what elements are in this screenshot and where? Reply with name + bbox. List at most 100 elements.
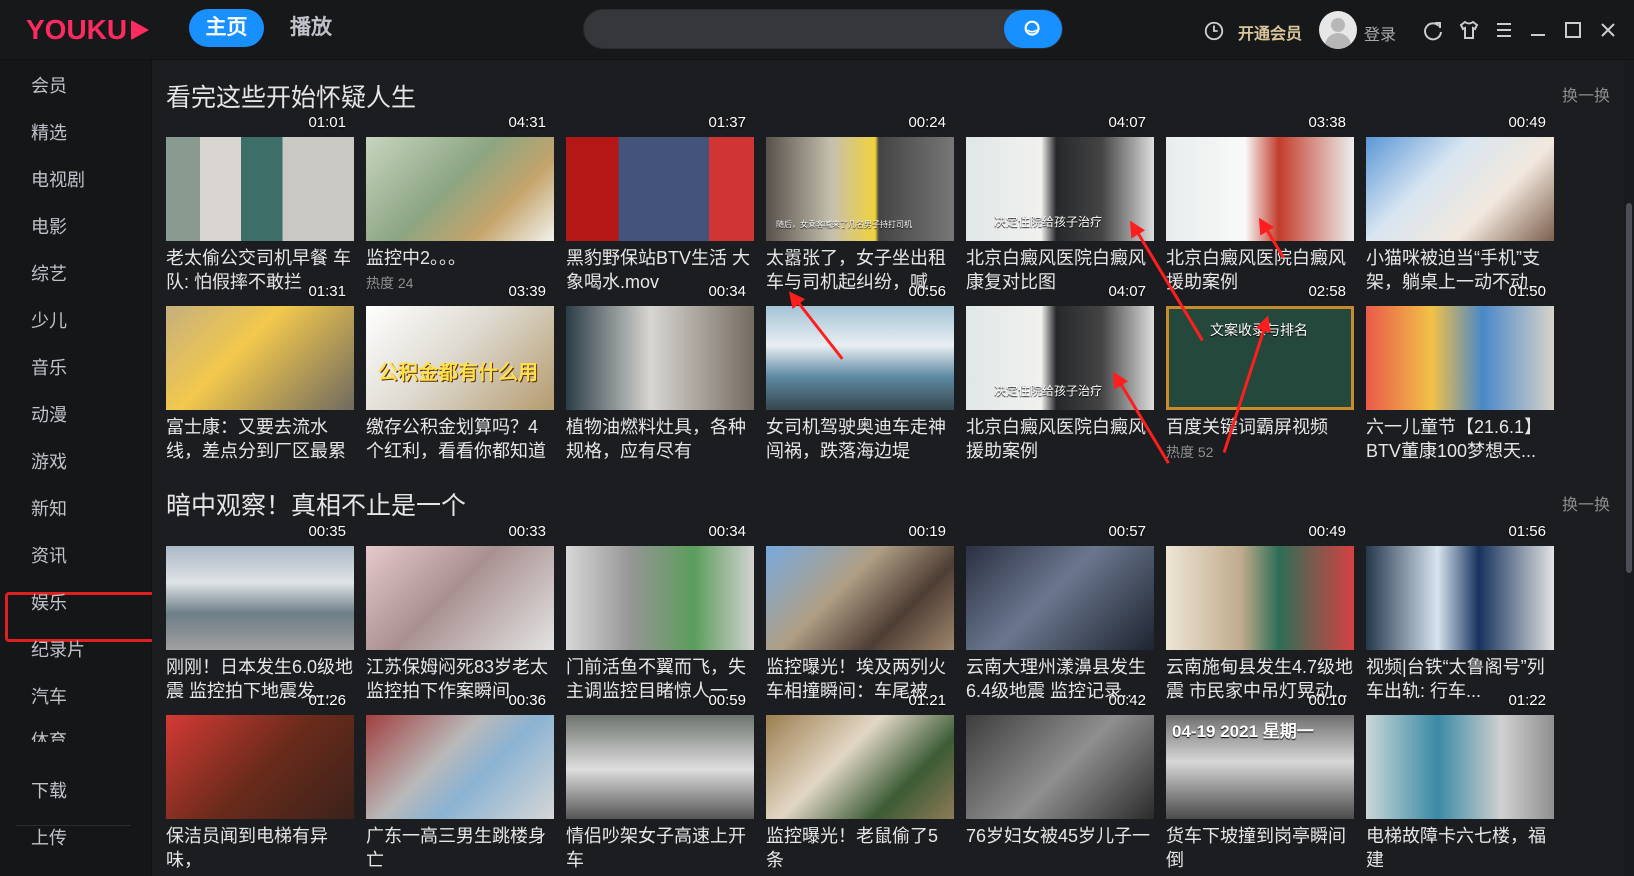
- sidebar-upload[interactable]: 上传: [31, 821, 67, 855]
- video-title[interactable]: 女司机驾驶奥迪车走神闯祸，跌落海边堤岸，...: [766, 415, 954, 463]
- history-clock-icon[interactable]: [1203, 20, 1225, 42]
- video-thumbnail[interactable]: [1366, 137, 1554, 241]
- nav-play-tab[interactable]: 播放: [276, 9, 346, 47]
- video-thumbnail[interactable]: [566, 715, 754, 819]
- video-duration: 00:42: [1108, 692, 1146, 709]
- video-title[interactable]: 北京白癜风医院白癜风援助案例: [966, 415, 1154, 463]
- sidebar-item-vip[interactable]: 会员: [31, 69, 67, 103]
- video-duration: 00:59: [708, 692, 746, 709]
- video-thumbnail[interactable]: [1166, 546, 1354, 650]
- video-duration: 04:31: [508, 114, 546, 131]
- video-thumbnail[interactable]: [366, 137, 554, 241]
- maximize-icon[interactable]: [1561, 18, 1585, 42]
- video-thumbnail[interactable]: [766, 306, 954, 410]
- search-input[interactable]: [584, 10, 974, 48]
- video-title[interactable]: 广东一高三男生跳楼身亡: [366, 824, 554, 872]
- video-duration: 00:57: [1108, 523, 1146, 540]
- video-thumbnail[interactable]: [366, 546, 554, 650]
- logo-play-icon: [131, 20, 150, 40]
- video-caption: 随后，女乘客喊来了几名男子持打司机: [776, 220, 912, 229]
- logo-text: YOUKU: [26, 14, 128, 45]
- sidebar-download[interactable]: 下载: [31, 774, 67, 808]
- video-title[interactable]: 六一儿童节【21.6.1】BTV董康100梦想天...: [1366, 415, 1554, 463]
- search-box: [583, 9, 1063, 49]
- skin-shirt-icon[interactable]: [1457, 18, 1481, 42]
- video-thumbnail[interactable]: [166, 306, 354, 410]
- video-duration: 00:49: [1508, 114, 1546, 131]
- video-title[interactable]: 百度关键词霸屏视频: [1166, 415, 1354, 439]
- sidebar-item-anime[interactable]: 动漫: [31, 398, 67, 432]
- sidebar-item-movies[interactable]: 电影: [31, 210, 67, 244]
- scrollbar-thumb[interactable]: [1626, 203, 1632, 573]
- minimize-icon[interactable]: [1526, 18, 1550, 42]
- menu-icon[interactable]: [1492, 18, 1516, 42]
- video-title[interactable]: 监控曝光！老鼠偷了5条: [766, 824, 954, 872]
- video-thumbnail[interactable]: [166, 715, 354, 819]
- video-duration: 04:07: [1108, 283, 1146, 300]
- sidebar-item-variety[interactable]: 综艺: [31, 257, 67, 291]
- video-caption: 公积金都有什么用: [378, 362, 538, 384]
- avatar[interactable]: [1319, 11, 1357, 49]
- video-thumbnail[interactable]: [566, 306, 754, 410]
- video-thumbnail[interactable]: [966, 546, 1154, 650]
- video-duration: 00:24: [908, 114, 946, 131]
- search-icon: [1024, 20, 1040, 36]
- video-caption: 决定住院给孩子治疗: [994, 384, 1103, 398]
- sidebar-item-music[interactable]: 音乐: [31, 351, 67, 385]
- video-thumbnail[interactable]: [766, 715, 954, 819]
- video-thumbnail[interactable]: [166, 137, 354, 241]
- sidebar-item-knowledge[interactable]: 新知: [31, 492, 67, 526]
- sidebar-item-auto[interactable]: 汽车: [31, 680, 67, 714]
- video-duration: 00:36: [508, 692, 546, 709]
- video-thumbnail[interactable]: [1366, 306, 1554, 410]
- refresh-section-button[interactable]: 换一换: [1562, 82, 1610, 106]
- close-icon[interactable]: [1596, 18, 1620, 42]
- sidebar-item-featured[interactable]: 精选: [31, 116, 67, 150]
- video-duration: 02:58: [1308, 283, 1346, 300]
- refresh-section-button[interactable]: 换一换: [1562, 491, 1610, 515]
- video-thumbnail[interactable]: [366, 715, 554, 819]
- sidebar-item-sports[interactable]: 体育: [31, 724, 67, 742]
- video-thumbnail[interactable]: [566, 546, 754, 650]
- video-duration: 03:39: [508, 283, 546, 300]
- sidebar-item-kids[interactable]: 少儿: [31, 304, 67, 338]
- video-duration: 01:37: [708, 114, 746, 131]
- sidebar-item-documentary[interactable]: 纪录片: [31, 633, 85, 667]
- search-button[interactable]: [1004, 10, 1062, 48]
- video-title[interactable]: 富士康：又要去流水线，差点分到厂区最累的...: [166, 415, 354, 463]
- youku-logo[interactable]: YOUKU: [26, 14, 150, 46]
- video-thumbnail[interactable]: [166, 546, 354, 650]
- video-thumbnail[interactable]: [966, 715, 1154, 819]
- video-duration: 03:38: [1308, 114, 1346, 131]
- video-title[interactable]: 监控中2。。。: [366, 246, 554, 270]
- top-bar: YOUKU 主页 播放 开通会员 登录: [0, 0, 1634, 60]
- video-duration: 00:35: [308, 523, 346, 540]
- video-title[interactable]: 76岁妇女被45岁儿子一: [966, 824, 1154, 848]
- video-duration: 00:19: [908, 523, 946, 540]
- video-duration: 01:21: [908, 692, 946, 709]
- video-title[interactable]: 缴存公积金划算吗？4个红利，看看你都知道吗: [366, 415, 554, 463]
- nav-home-tab[interactable]: 主页: [189, 9, 264, 47]
- vip-button[interactable]: 开通会员: [1238, 20, 1302, 44]
- video-duration: 00:34: [708, 523, 746, 540]
- sidebar-item-entertainment[interactable]: 娱乐: [31, 586, 67, 620]
- video-thumbnail[interactable]: [766, 546, 954, 650]
- video-thumbnail[interactable]: [1366, 546, 1554, 650]
- video-duration: 00:10: [1308, 692, 1346, 709]
- video-caption: 决定住院给孩子治疗: [994, 215, 1103, 229]
- video-thumbnail[interactable]: [1366, 715, 1554, 819]
- video-duration: 01:31: [308, 283, 346, 300]
- content-scrollbar[interactable]: [1624, 60, 1634, 876]
- video-title[interactable]: 情侣吵架女子高速上开车: [566, 824, 754, 872]
- video-thumbnail[interactable]: [566, 137, 754, 241]
- video-duration: 01:01: [308, 114, 346, 131]
- video-title[interactable]: 电梯故障卡六七楼，福建: [1366, 824, 1554, 872]
- refresh-icon[interactable]: [1421, 18, 1445, 42]
- sidebar-item-games[interactable]: 游戏: [31, 445, 67, 479]
- video-title[interactable]: 植物油燃料灶具，各种规格，应有尽有: [566, 415, 754, 463]
- login-link[interactable]: 登录: [1364, 21, 1396, 45]
- video-title[interactable]: 保洁员闻到电梯有异味，: [166, 824, 354, 872]
- sidebar-item-tv[interactable]: 电视剧: [31, 163, 85, 197]
- sidebar-item-news[interactable]: 资讯: [31, 539, 67, 573]
- video-title[interactable]: 货车下坡撞到岗亭瞬间倒: [1166, 824, 1354, 872]
